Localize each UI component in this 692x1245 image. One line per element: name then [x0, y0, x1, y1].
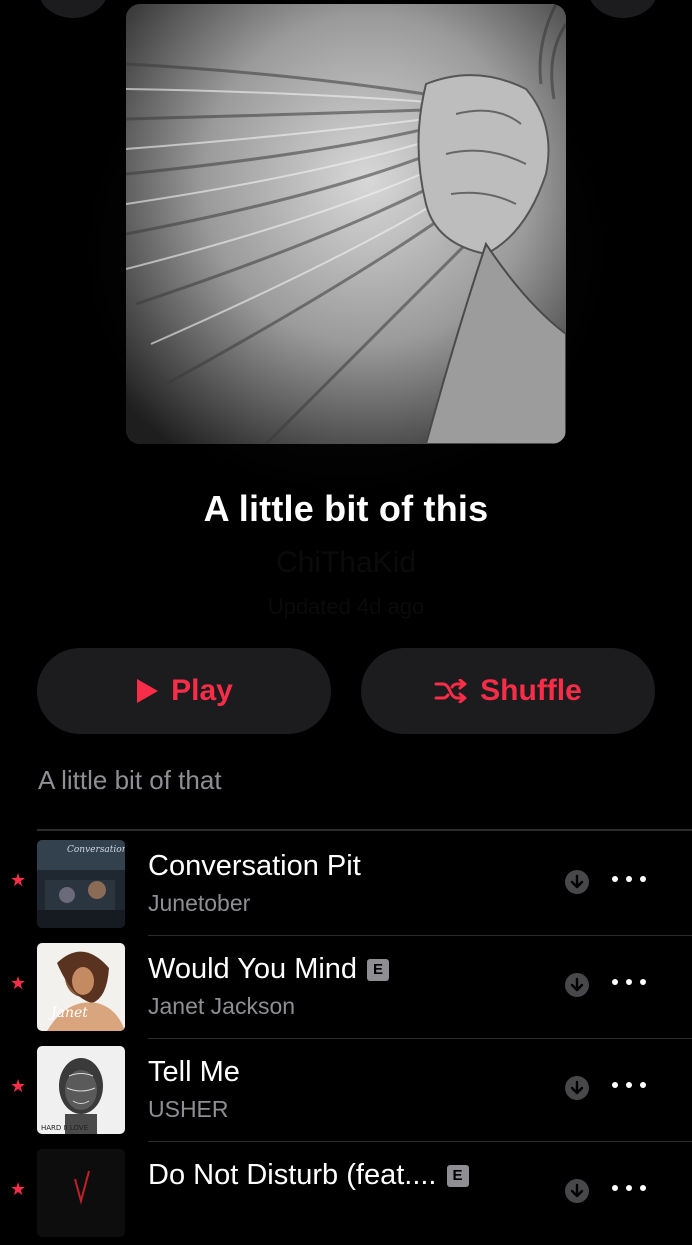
star-icon: ★ [10, 973, 27, 993]
track-artist: USHER [148, 1096, 229, 1122]
download-circle-icon[interactable] [565, 1076, 589, 1100]
cover-text: HARD II LOVE [41, 1124, 88, 1132]
playlist-author[interactable]: ChiThaKid [0, 546, 692, 580]
track-cover-art: HARD II LOVE [37, 1046, 125, 1134]
download-circle-icon[interactable] [565, 973, 589, 997]
star-icon: ★ [10, 1179, 27, 1199]
track-row[interactable]: ★ Do Not Disturb (feat.... E [0, 1142, 692, 1245]
ellipsis-icon[interactable] [612, 970, 646, 994]
track-row[interactable]: ★ HARD II LOVE Tell Me USHER [0, 1039, 692, 1142]
explicit-badge: E [446, 1164, 469, 1187]
shuffle-button-label: Shuffle [480, 674, 582, 707]
play-button[interactable]: Play [37, 648, 331, 734]
playlist-artwork [126, 4, 566, 444]
track-artist: Janet Jackson [148, 993, 296, 1019]
track-title: Would You Mind [148, 953, 358, 985]
explicit-badge: E [367, 958, 390, 981]
cover-text: Janet [48, 1005, 88, 1021]
track-artist: Junetober [148, 890, 251, 916]
ellipsis-icon[interactable] [612, 1176, 646, 1200]
ellipsis-icon[interactable] [612, 1073, 646, 1097]
track-row[interactable]: ★ Janet Would You Mind E Janet Jackson [0, 936, 692, 1039]
playlist-updated-label: Updated 4d ago [267, 594, 425, 619]
cover-text: Conversation Pit [67, 845, 125, 855]
ellipsis-icon[interactable] [612, 867, 646, 891]
shuffle-icon [434, 679, 468, 703]
play-triangle-icon [135, 678, 159, 704]
playlist-description: A little bit of that [38, 765, 222, 795]
star-icon: ★ [10, 1076, 27, 1096]
track-cover-art: Conversation Pit [37, 840, 125, 928]
track-row[interactable]: ★ Conversation Pit Conversation Pit June… [0, 833, 692, 936]
track-cover-art [37, 1149, 125, 1237]
shuffle-button[interactable]: Shuffle [361, 648, 655, 734]
play-button-label: Play [171, 674, 233, 707]
track-title: Conversation Pit [148, 850, 361, 882]
download-circle-icon[interactable] [565, 1179, 589, 1203]
track-title: Tell Me [148, 1056, 240, 1088]
track-cover-art: Janet [37, 943, 125, 1031]
download-circle-icon[interactable] [565, 870, 589, 894]
track-title: Do Not Disturb (feat.... [148, 1159, 437, 1191]
star-icon: ★ [10, 870, 27, 890]
playlist-title: A little bit of this [203, 488, 489, 529]
track-list-divider [37, 829, 692, 831]
